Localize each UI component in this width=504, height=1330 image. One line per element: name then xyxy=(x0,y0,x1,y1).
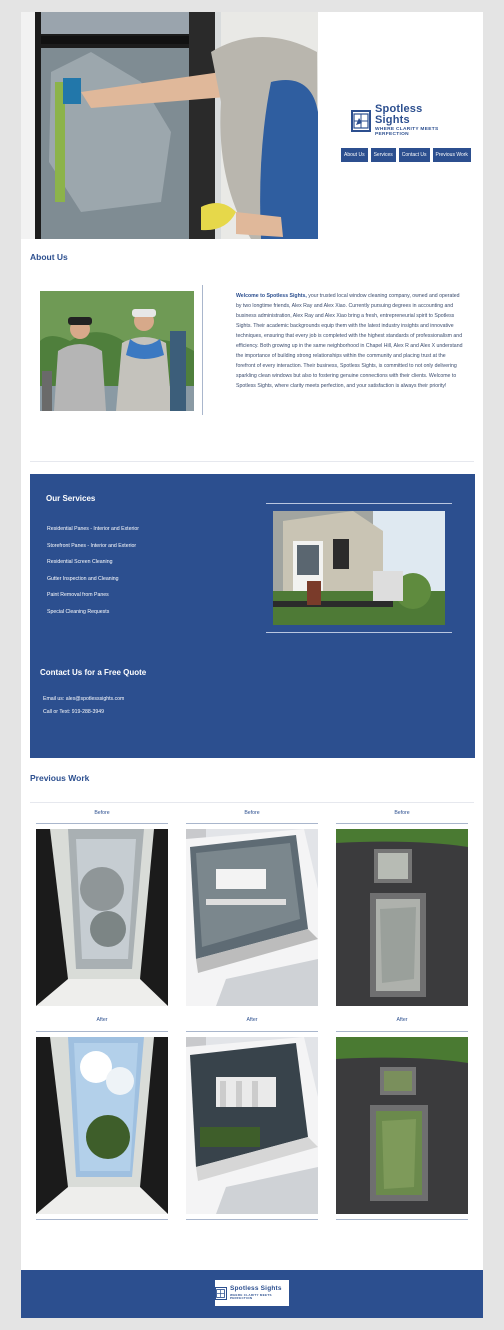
after-photo-roof-skylights xyxy=(336,1037,468,1214)
work-rule xyxy=(336,823,468,824)
nav-services[interactable]: Services xyxy=(370,148,396,162)
list-item: Paint Removal from Panes xyxy=(47,592,109,598)
before-label: Before xyxy=(394,810,410,816)
window-icon xyxy=(351,110,371,132)
footer-logo[interactable]: Spotless Sights WHERE CLARITY MEETS PERF… xyxy=(215,1280,289,1306)
work-rule xyxy=(186,823,318,824)
after-label: After xyxy=(246,1017,258,1023)
services-photo xyxy=(273,511,445,625)
services-heading: Our Services xyxy=(46,494,96,503)
hero: Spotless Sights WHERE CLARITY MEETS PERF… xyxy=(21,12,483,239)
brand-logo[interactable]: Spotless Sights WHERE CLARITY MEETS PERF… xyxy=(351,104,457,137)
list-item: Special Cleaning Requests xyxy=(47,608,110,615)
work-rule xyxy=(336,1031,468,1032)
about-body: your trusted local window cleaning compa… xyxy=(236,293,463,389)
services-section: Our Services Residential Panes - Interio… xyxy=(30,474,475,758)
footer-brand-tagline: WHERE CLARITY MEETS PERFECTION xyxy=(229,1292,272,1300)
page: Spotless Sights WHERE CLARITY MEETS PERF… xyxy=(21,12,483,1318)
list-item: Residential Screen Cleaning xyxy=(47,559,113,565)
services-photo-frame xyxy=(266,503,452,633)
before-photo-skylight xyxy=(36,829,168,1006)
work-rule xyxy=(36,1219,168,1220)
work-rule xyxy=(186,1031,318,1032)
after-photo-window xyxy=(186,1037,318,1214)
hero-photo xyxy=(21,12,318,239)
about-heading: About Us xyxy=(30,252,68,262)
about-photo-frame xyxy=(30,285,203,415)
brand-name: Spotless Sights xyxy=(375,103,423,127)
before-photo-roof-skylights xyxy=(336,829,468,1006)
list-item: Storefront Panes - Interior and Exterior xyxy=(47,542,137,549)
work-rule xyxy=(36,823,168,824)
contact-phone[interactable]: Call or Text: 919-288-3949 xyxy=(43,709,104,715)
about-text: Welcome to Spotless Sights, your trusted… xyxy=(236,291,465,391)
contact-email[interactable]: Email us: alex@spotlesssights.com xyxy=(43,696,124,702)
list-item: Residential Panes - Interior and Exterio… xyxy=(47,526,139,532)
after-label: After xyxy=(96,1017,108,1023)
brand-tagline: WHERE CLARITY MEETS PERFECTION xyxy=(375,127,439,137)
nav-previous-work[interactable]: Previous Work xyxy=(432,148,471,162)
after-label: After xyxy=(396,1017,408,1023)
before-photo-window xyxy=(186,829,318,1006)
work-rule xyxy=(36,1031,168,1032)
services-list: Residential Panes - Interior and Exterio… xyxy=(47,525,139,624)
previous-work-heading: Previous Work xyxy=(30,773,90,783)
before-label: Before xyxy=(94,810,110,816)
before-label: Before xyxy=(244,810,260,816)
contact-heading: Contact Us for a Free Quote xyxy=(40,668,147,677)
footer-brand-name: Spotless Sights xyxy=(229,1285,282,1293)
main-nav: About Us Services Contact Us Previous Wo… xyxy=(341,148,471,162)
work-rule xyxy=(186,1219,318,1220)
work-rule xyxy=(336,1219,468,1220)
nav-about-us[interactable]: About Us xyxy=(341,148,368,162)
after-photo-skylight xyxy=(36,1037,168,1214)
window-icon xyxy=(215,1286,227,1300)
about-lead: Welcome to Spotless Sights, xyxy=(236,293,307,299)
about-photo xyxy=(40,291,194,411)
list-item: Gutter Inspection and Cleaning xyxy=(47,575,119,582)
footer: Spotless Sights WHERE CLARITY MEETS PERF… xyxy=(21,1270,483,1318)
section-divider xyxy=(30,802,474,803)
nav-contact-us[interactable]: Contact Us xyxy=(398,148,430,162)
hero-brand: Spotless Sights WHERE CLARITY MEETS PERF… xyxy=(318,12,483,239)
section-divider xyxy=(30,461,474,462)
